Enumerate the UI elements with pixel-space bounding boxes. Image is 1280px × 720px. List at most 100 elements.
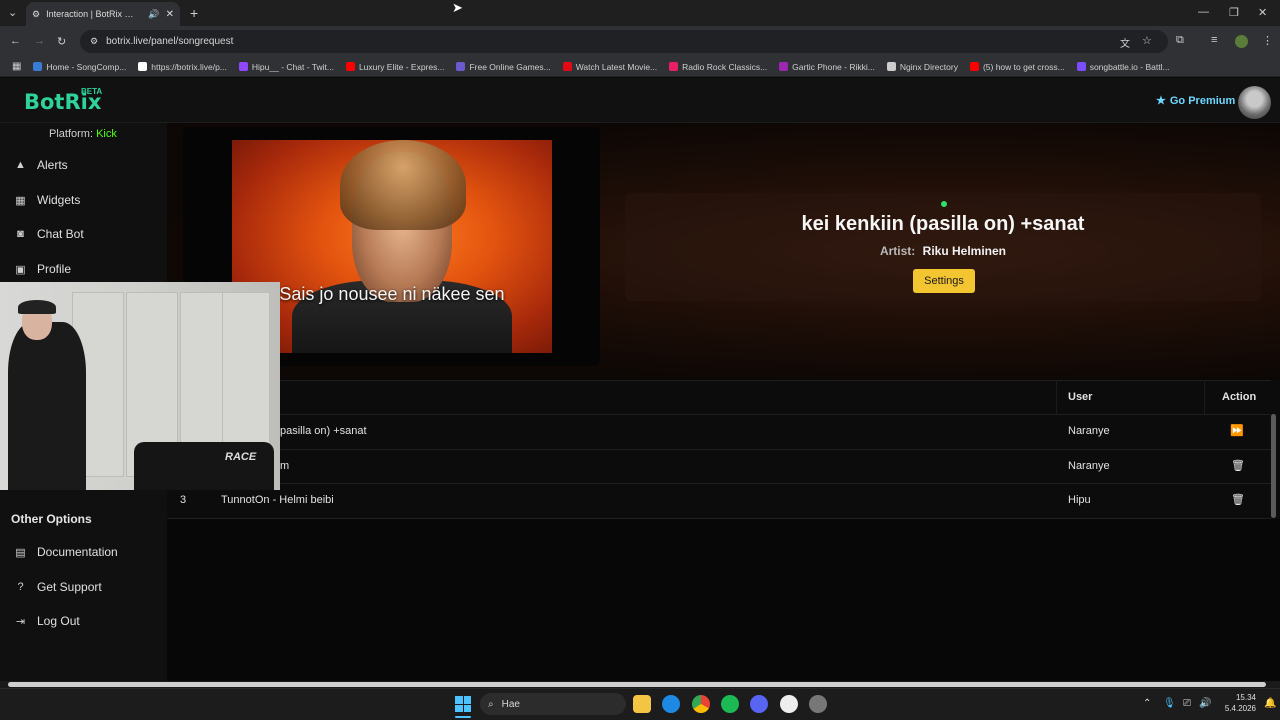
artist-row: Artist: Riku Helminen (625, 244, 1261, 258)
trash-icon[interactable]: 🗑 (1231, 459, 1245, 472)
bookmark-item[interactable]: Luxury Elite - Expres... (340, 62, 451, 72)
network-icon[interactable]: ⎚ (1183, 698, 1191, 709)
queue-row-1-title: pasilla on) +sanat (280, 425, 367, 437)
bookmark-item[interactable]: https://botrix.live/p... (132, 62, 233, 72)
botrix-favicon-icon: ⚙ (32, 8, 41, 19)
column-separator (1056, 380, 1057, 414)
site-info-icon[interactable]: ⚙ (90, 36, 98, 47)
sidebar-item-label: Widgets (37, 193, 81, 207)
volume-icon[interactable]: 🔊 (1199, 698, 1211, 709)
skip-icon[interactable]: ⏩ (1230, 424, 1244, 437)
bookmark-item[interactable]: Hipu__ - Chat - Twit... (233, 62, 340, 72)
bookmark-item[interactable]: Radio Rock Classics... (663, 62, 773, 72)
trash-icon[interactable]: 🗑 (1231, 493, 1245, 506)
sidebar-item-profile[interactable]: ▣ Profile (14, 262, 71, 276)
video-thumbnail (232, 140, 552, 353)
video-lyrics-caption: Sais jo nousee ni näkee sen (279, 284, 505, 304)
tab-title: Interaction | BotRix — Cloud (46, 9, 143, 19)
go-premium-button[interactable]: ★ Go Premium (1156, 94, 1235, 108)
active-app-indicator (455, 716, 471, 718)
bookmark-favicon-icon (886, 62, 896, 71)
windows-start-icon[interactable] (455, 696, 471, 712)
queue-row-3-title: TunnotOn - Helmi beibi (221, 494, 334, 506)
tray-overflow-icon[interactable]: ⌃ (1143, 698, 1151, 709)
profile-avatar-icon[interactable] (1235, 35, 1248, 48)
app-header (0, 78, 1280, 123)
settings-button[interactable]: Settings (913, 269, 975, 293)
sidebar-item-get-support[interactable]: ? Get Support (14, 580, 102, 594)
column-separator (1204, 380, 1205, 414)
notifications-icon[interactable]: 🔔 (1264, 698, 1276, 709)
sidebar-item-documentation[interactable]: ▤ Documentation (14, 545, 117, 559)
table-divider (167, 414, 1271, 415)
video-hair-shape (340, 140, 466, 230)
file-explorer-icon[interactable] (633, 695, 651, 713)
table-divider (167, 483, 1271, 484)
bookmark-item[interactable]: (5) how to get cross... (964, 62, 1071, 72)
bookmark-item[interactable]: Home - SongComp... (27, 62, 132, 72)
chrome-menu-icon[interactable]: ⋮ (1262, 34, 1273, 47)
address-bar[interactable]: ⚙ botrix.live/panel/songrequest (80, 30, 1168, 53)
back-icon[interactable]: ← (10, 35, 21, 47)
app-icon[interactable] (809, 695, 827, 713)
obs-icon[interactable] (780, 695, 798, 713)
media-control-icon[interactable]: ≡ (1211, 34, 1217, 46)
bookmark-item[interactable]: Watch Latest Movie... (557, 62, 663, 72)
column-header-user[interactable]: User (1068, 380, 1092, 414)
sidebar-item-chat-bot[interactable]: ◙ Chat Bot (14, 227, 84, 241)
reload-icon[interactable]: ↻ (57, 35, 66, 48)
sidebar-item-widgets[interactable]: ▦ Widgets (14, 193, 80, 207)
translate-icon[interactable]: 文 (1120, 35, 1130, 50)
discord-icon[interactable] (750, 695, 768, 713)
spotify-icon[interactable] (721, 695, 739, 713)
platform-label: Platform: (49, 128, 94, 140)
bookmark-item[interactable]: Free Online Games... (450, 62, 556, 72)
table-divider (167, 449, 1271, 450)
window-minimize-button[interactable]: — (1198, 6, 1209, 18)
chrome-icon[interactable] (692, 695, 710, 713)
bookmark-favicon-icon (345, 62, 355, 71)
sidebar-item-label: Alerts (37, 158, 68, 172)
page-horizontal-scrollbar-thumb[interactable] (8, 682, 1266, 687)
queue-row-2-user: Naranye (1068, 460, 1110, 472)
sidebar-item-label: Log Out (37, 614, 80, 628)
live-status-dot (941, 201, 947, 207)
extensions-icon[interactable]: ⧉ (1176, 34, 1184, 47)
sidebar-item-label: Get Support (37, 580, 102, 594)
sidebar-item-label: Chat Bot (37, 227, 84, 241)
person-body-shape (8, 322, 86, 490)
table-divider (167, 518, 1271, 519)
apps-grid-icon[interactable]: ▦ (6, 61, 27, 72)
grid-icon: ▦ (15, 194, 26, 207)
queue-row-3-user: Hipu (1068, 494, 1091, 506)
new-tab-button[interactable]: + (190, 5, 198, 21)
bookmark-item[interactable]: songbattle.io - Battl... (1071, 62, 1176, 72)
app-icon[interactable] (662, 695, 680, 713)
sidebar-item-log-out[interactable]: ⇥ Log Out (14, 614, 80, 628)
user-avatar[interactable] (1238, 86, 1271, 119)
logout-icon: ⇥ (15, 615, 26, 628)
microphone-icon[interactable]: 🎙 (1163, 698, 1176, 709)
tab-audio-icon[interactable]: 🔊 (148, 9, 159, 20)
bookmark-favicon-icon (1076, 62, 1086, 71)
bookmark-favicon-icon (969, 62, 979, 71)
person-cap-shape (18, 300, 56, 314)
forward-icon[interactable]: → (34, 35, 45, 47)
sidebar-item-alerts[interactable]: ▲ Alerts (14, 158, 68, 172)
browser-tab-active[interactable]: ⚙ Interaction | BotRix — Cloud 🔊 ✕ (26, 2, 180, 26)
window-maximize-button[interactable]: ❐ (1229, 6, 1239, 19)
robot-icon: ◙ (17, 228, 24, 240)
other-options-heading: Other Options (11, 512, 92, 526)
bookmark-item[interactable]: Nginx Directory (881, 62, 964, 72)
bookmark-item[interactable]: Gartic Phone - Rikki... (773, 62, 881, 72)
tab-close-icon[interactable]: ✕ (166, 9, 174, 20)
tab-search-chevron-icon[interactable]: ⌄ (8, 6, 17, 19)
bookmark-star-icon[interactable]: ☆ (1142, 34, 1152, 47)
window-close-button[interactable]: ✕ (1258, 6, 1267, 19)
chair-logo-text: RACE (225, 451, 257, 463)
star-icon: ★ (1156, 95, 1166, 107)
clock-time: 15.34 (1235, 693, 1256, 702)
taskbar-clock[interactable]: 15.34 5.4.2026 (1212, 692, 1256, 714)
taskbar-search[interactable]: ⌕ Hae (480, 693, 626, 715)
queue-scrollbar-thumb[interactable] (1271, 414, 1276, 518)
